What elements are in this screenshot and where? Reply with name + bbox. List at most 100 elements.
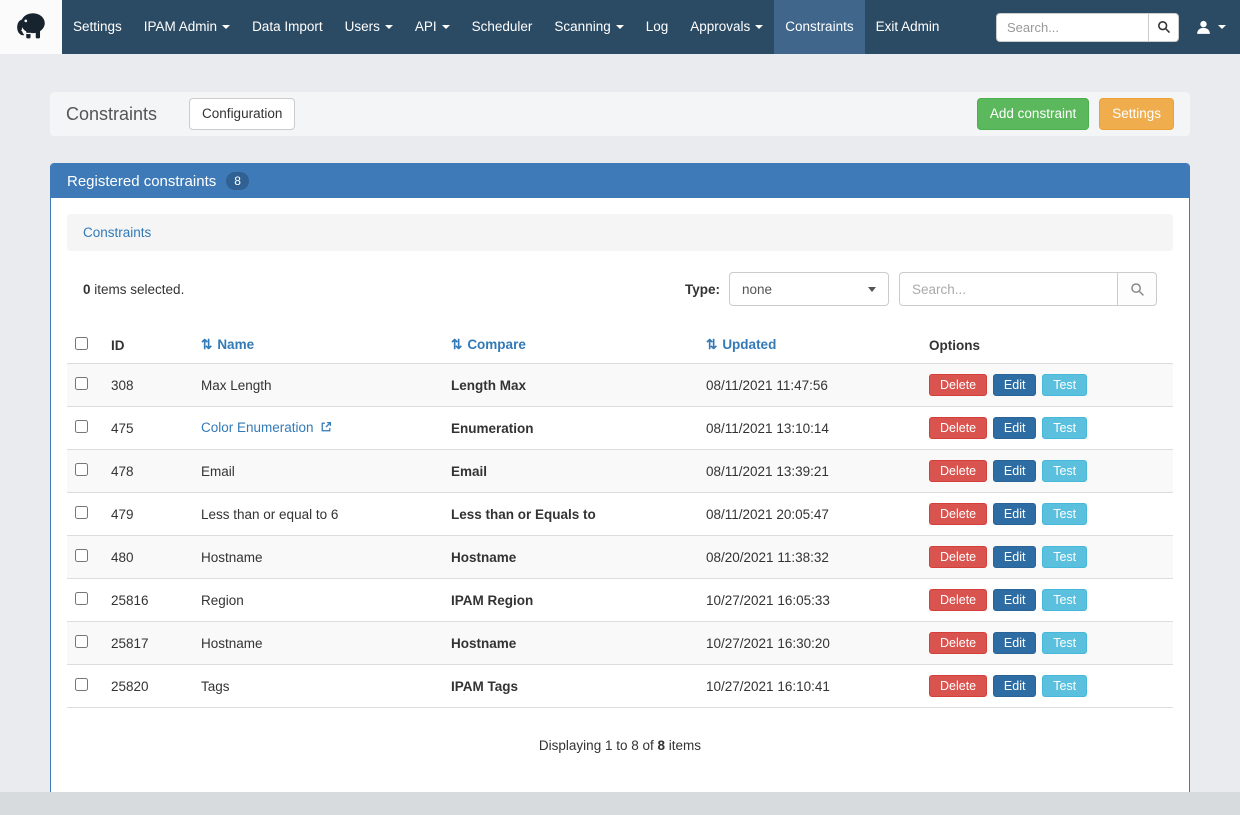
row-updated: 10/27/2021 16:30:20 (698, 622, 921, 665)
sort-by-compare[interactable]: Compare (451, 337, 526, 352)
edit-button[interactable]: Edit (993, 589, 1037, 611)
registered-constraints-panel: Registered constraints 8 Constraints 0 i… (50, 163, 1190, 814)
select-all-checkbox[interactable] (75, 337, 88, 350)
nav-item-settings[interactable]: Settings (62, 0, 133, 54)
row-id: 25816 (103, 579, 193, 622)
delete-button[interactable]: Delete (929, 546, 987, 568)
row-compare: Email (443, 450, 698, 493)
settings-button[interactable]: Settings (1099, 98, 1174, 130)
caret-down-icon (868, 287, 876, 292)
row-id: 479 (103, 493, 193, 536)
test-button[interactable]: Test (1042, 417, 1087, 439)
external-link-icon[interactable] (320, 421, 332, 436)
test-button[interactable]: Test (1042, 589, 1087, 611)
edit-button[interactable]: Edit (993, 503, 1037, 525)
nav-item-exit-admin[interactable]: Exit Admin (865, 0, 951, 54)
constraints-table: ID Name Compare Updated Options 308 Max … (67, 327, 1173, 708)
nav-item-label: Approvals (690, 19, 750, 34)
row-id: 478 (103, 450, 193, 493)
nav-item-api[interactable]: API (404, 0, 461, 54)
row-updated: 08/20/2021 11:38:32 (698, 536, 921, 579)
table-row: 478 Email Email 08/11/2021 13:39:21 Dele… (67, 450, 1173, 493)
sort-by-name[interactable]: Name (201, 337, 254, 352)
page-header: Constraints Configuration Add constraint… (50, 92, 1190, 136)
user-menu[interactable] (1195, 19, 1226, 36)
row-updated: 08/11/2021 13:39:21 (698, 450, 921, 493)
navbar-search-button[interactable] (1148, 13, 1179, 42)
table-search-button[interactable] (1117, 272, 1157, 306)
nav-item-users[interactable]: Users (334, 0, 404, 54)
row-checkbox[interactable] (75, 592, 88, 605)
edit-button[interactable]: Edit (993, 675, 1037, 697)
caret-down-icon (616, 25, 624, 29)
row-id: 480 (103, 536, 193, 579)
column-header-options: Options (921, 327, 1173, 364)
row-checkbox[interactable] (75, 463, 88, 476)
row-updated: 10/27/2021 16:10:41 (698, 665, 921, 708)
caret-down-icon (755, 25, 763, 29)
nav-item-approvals[interactable]: Approvals (679, 0, 774, 54)
caret-down-icon (442, 25, 450, 29)
delete-button[interactable]: Delete (929, 374, 987, 396)
row-id: 25817 (103, 622, 193, 665)
row-id: 25820 (103, 665, 193, 708)
test-button[interactable]: Test (1042, 460, 1087, 482)
page-title: Constraints (66, 104, 157, 125)
test-button[interactable]: Test (1042, 675, 1087, 697)
sort-icon (451, 337, 467, 352)
row-name: Tags (201, 679, 230, 694)
row-updated: 10/27/2021 16:05:33 (698, 579, 921, 622)
delete-button[interactable]: Delete (929, 417, 987, 439)
test-button[interactable]: Test (1042, 546, 1087, 568)
type-filter-label: Type: (685, 282, 720, 297)
phpipam-logo[interactable] (0, 0, 62, 54)
edit-button[interactable]: Edit (993, 632, 1037, 654)
delete-button[interactable]: Delete (929, 503, 987, 525)
row-checkbox[interactable] (75, 549, 88, 562)
table-search (899, 272, 1157, 306)
test-button[interactable]: Test (1042, 632, 1087, 654)
delete-button[interactable]: Delete (929, 632, 987, 654)
type-filter-select[interactable]: none (729, 272, 889, 306)
row-checkbox[interactable] (75, 420, 88, 433)
footer-bar (0, 792, 1240, 815)
row-checkbox[interactable] (75, 678, 88, 691)
test-button[interactable]: Test (1042, 374, 1087, 396)
row-compare: Length Max (443, 364, 698, 407)
row-updated: 08/11/2021 13:10:14 (698, 407, 921, 450)
nav-item-scheduler[interactable]: Scheduler (461, 0, 544, 54)
selected-count: 0 (83, 282, 91, 297)
row-checkbox[interactable] (75, 635, 88, 648)
search-icon (1130, 282, 1145, 297)
nav-item-scanning[interactable]: Scanning (543, 0, 634, 54)
table-row: 308 Max Length Length Max 08/11/2021 11:… (67, 364, 1173, 407)
delete-button[interactable]: Delete (929, 460, 987, 482)
nav-item-constraints[interactable]: Constraints (774, 0, 864, 54)
row-checkbox[interactable] (75, 506, 88, 519)
row-name[interactable]: Color Enumeration (201, 420, 314, 435)
row-compare: Enumeration (443, 407, 698, 450)
sort-by-updated[interactable]: Updated (706, 337, 776, 352)
delete-button[interactable]: Delete (929, 675, 987, 697)
edit-button[interactable]: Edit (993, 374, 1037, 396)
navbar-search-input[interactable] (996, 13, 1148, 42)
edit-button[interactable]: Edit (993, 546, 1037, 568)
configuration-button[interactable]: Configuration (189, 98, 295, 130)
add-constraint-button[interactable]: Add constraint (977, 98, 1089, 130)
table-row: 25817 Hostname Hostname 10/27/2021 16:30… (67, 622, 1173, 665)
edit-button[interactable]: Edit (993, 460, 1037, 482)
edit-button[interactable]: Edit (993, 417, 1037, 439)
row-name: Less than or equal to 6 (201, 507, 338, 522)
nav-item-ipam-admin[interactable]: IPAM Admin (133, 0, 241, 54)
main-menu: Settings IPAM Admin Data Import Users AP… (62, 0, 950, 54)
tab-constraints[interactable]: Constraints (83, 225, 151, 240)
nav-item-log[interactable]: Log (635, 0, 680, 54)
row-checkbox[interactable] (75, 377, 88, 390)
table-search-input[interactable] (899, 272, 1117, 306)
nav-item-label: API (415, 19, 437, 34)
panel-heading: Registered constraints 8 (51, 164, 1189, 198)
test-button[interactable]: Test (1042, 503, 1087, 525)
delete-button[interactable]: Delete (929, 589, 987, 611)
row-name: Region (201, 593, 244, 608)
nav-item-data-import[interactable]: Data Import (241, 0, 334, 54)
